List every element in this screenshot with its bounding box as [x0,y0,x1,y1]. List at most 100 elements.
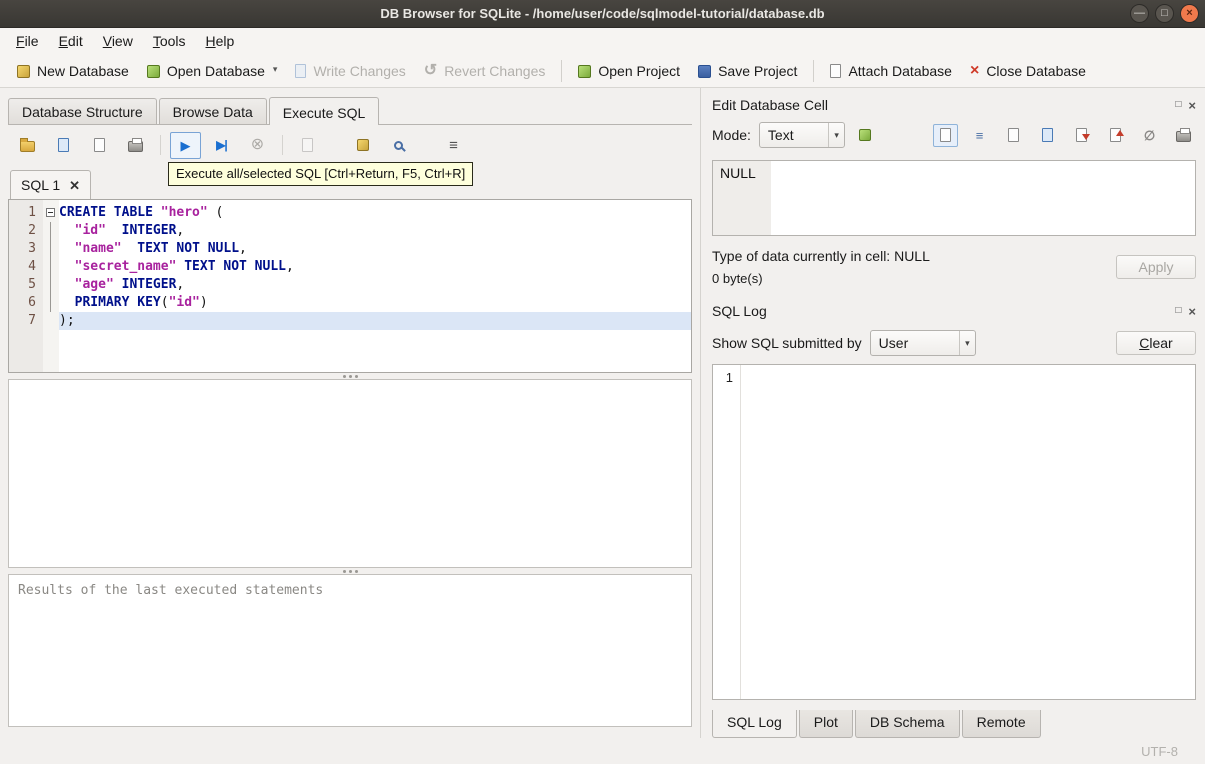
sql-log-title: SQL Log [712,303,767,319]
format-sql-button[interactable]: ≡ [438,132,469,159]
fold-collapse-icon[interactable] [46,208,55,217]
edit-cell-close-icon[interactable]: × [1188,99,1196,112]
close-button[interactable]: × [1180,4,1199,23]
code-token: ); [59,313,75,328]
export-data-icon [1110,128,1124,142]
results-grid-pane [8,379,692,568]
open-in-editor-button[interactable] [933,123,958,147]
revert-changes-button[interactable]: ↺ Revert Changes [415,58,555,84]
auto-switch-mode-icon [859,129,872,141]
maximize-button[interactable]: □ [1155,4,1174,23]
cell-editor[interactable]: NULL [712,160,1196,236]
code-line: 4 "secret_name" TEXT NOT NULL, [9,258,691,276]
menu-item-tools[interactable]: Tools [143,28,196,55]
word-wrap-button[interactable]: ≡ [967,124,992,147]
cell-content: NULL [720,165,756,181]
code-line: 1 CREATE TABLE "hero" ( [9,204,691,222]
new-database-button[interactable]: New Database [8,58,138,84]
minimize-button[interactable]: — [1130,4,1149,23]
tab-browse-data[interactable]: Browse Data [158,98,267,124]
import-data-button[interactable] [1069,124,1094,147]
stop-icon: ⊗ [250,136,265,153]
execute-sql-page: ▶ ▶| ⊗ ≡ SQL 1 ✕ 1 CREATE TABLE "hero" (… [8,124,692,738]
sql-toolbar: ▶ ▶| ⊗ ≡ [8,125,692,165]
code-token: , [239,241,247,256]
auto-switch-mode-button[interactable] [853,124,878,147]
save-project-label: Save Project [718,63,798,79]
mode-select[interactable]: Text ▾ [758,122,845,148]
print-sql-button[interactable] [120,132,151,159]
edit-cell-float-icon[interactable]: □ [1175,100,1181,110]
sql-1-tab-close-icon[interactable]: ✕ [69,179,80,192]
sql-code-editor[interactable]: 1 CREATE TABLE "hero" ( 2 "id" INTEGER, … [8,199,692,373]
revert-changes-icon: ↺ [423,62,438,79]
sql-log-filter-select[interactable]: User ▾ [869,330,976,356]
set-null-button[interactable]: ∅ [1137,124,1162,147]
tab-database-structure[interactable]: Database Structure [8,98,157,124]
tab-plot[interactable]: Plot [798,710,853,738]
sql-log-filter-row: Show SQL submitted by User ▾ Clear [712,330,1196,356]
tab-remote[interactable]: Remote [961,710,1041,738]
tab-execute-sql[interactable]: Execute SQL [268,97,380,125]
window-controls: — □ × [1130,4,1199,23]
line-number: 5 [28,277,36,292]
open-in-editor-icon [940,128,951,142]
execute-all-button[interactable]: ▶ [170,131,201,159]
export-data-button[interactable] [1103,124,1128,147]
save-sql-file-button[interactable] [48,132,79,159]
sql-log-filter-caret-icon: ▾ [959,331,975,355]
new-database-label: New Database [37,63,129,79]
titlebar[interactable]: DB Browser for SQLite - /home/user/code/… [0,0,1205,28]
open-sql-file-button[interactable] [12,132,43,159]
line-number: 4 [28,259,36,274]
write-changes-button[interactable]: Write Changes [286,58,414,84]
clear-log-button[interactable]: Clear [1116,331,1196,355]
word-wrap-icon: ≡ [975,127,984,143]
close-database-button[interactable]: × Close Database [961,58,1095,84]
save-project-button[interactable]: Save Project [689,58,806,84]
attach-database-button[interactable]: Attach Database [821,58,961,84]
save-as-button[interactable] [1035,124,1060,147]
menu-item-help[interactable]: Help [196,28,245,55]
menu-item-view[interactable]: View [93,28,143,55]
open-project-button[interactable]: Open Project [569,58,689,84]
find-replace-button[interactable] [383,132,414,159]
mode-label: Mode: [712,127,751,143]
sql-log-line-number: 1 [725,370,733,385]
mode-select-caret-icon: ▾ [828,123,844,147]
save-results-button[interactable] [292,132,323,159]
execute-current-line-icon: ▶| [216,138,228,152]
menu-item-file[interactable]: File [6,28,49,55]
cell-editor-area[interactable] [771,161,1195,235]
sql-log-float-icon[interactable]: □ [1175,306,1181,316]
tab-sql-1[interactable]: SQL 1 ✕ [10,170,92,199]
execute-current-line-button[interactable]: ▶| [206,132,237,159]
code-line: 2 "id" INTEGER, [9,222,691,240]
line-number: 7 [28,313,36,328]
fold-margin [43,240,59,258]
open-database-dropdown-icon[interactable]: ▾ [273,64,278,79]
sql-log-view: 1 [712,364,1196,700]
apply-button[interactable]: Apply [1116,255,1196,279]
sql-log-close-icon[interactable]: × [1188,305,1196,318]
save-sql-file-as-button[interactable] [84,132,115,159]
code-token: , [176,223,185,238]
sql-toolbar-separator [160,135,161,155]
open-database-button[interactable]: Open Database ▾ [138,58,287,84]
edit-cell-dock-header: Edit Database Cell □ × [712,94,1196,116]
print-cell-button[interactable] [1171,124,1196,147]
tab-db-schema[interactable]: DB Schema [854,710,960,738]
sql-log-filter-label: Show SQL submitted by [712,335,862,351]
stop-button[interactable]: ⊗ [242,132,273,159]
execute-tooltip: Execute all/selected SQL [Ctrl+Return, F… [168,162,474,186]
sql-1-tab-label: SQL 1 [21,177,61,193]
edit-cell-toolbar: ≡ ∅ [933,123,1196,147]
tab-sql-log[interactable]: SQL Log [712,710,797,738]
code-token: "name" [74,241,122,256]
export-csv-button[interactable] [347,132,378,159]
menu-item-edit[interactable]: Edit [49,28,93,55]
copy-button[interactable] [1001,124,1026,147]
